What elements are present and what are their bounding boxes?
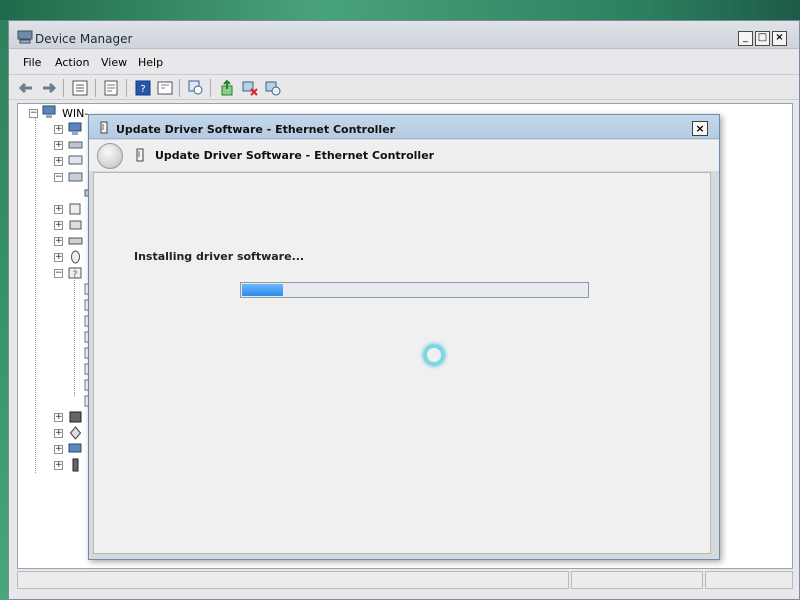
help-icon[interactable]: ? [134, 79, 152, 97]
window-title: Device Manager [35, 32, 133, 46]
tree-item-k[interactable]: + K [18, 233, 97, 249]
desktop-background [0, 0, 800, 20]
console-icon[interactable] [156, 79, 174, 97]
unknown-device-icon: ? [68, 267, 82, 280]
ethernet-icon [100, 121, 108, 134]
svg-text:?: ? [140, 84, 145, 95]
update-driver-icon[interactable] [218, 79, 236, 97]
expand-icon[interactable]: + [54, 157, 63, 166]
other-device-row[interactable] [18, 361, 98, 377]
tree-item-f[interactable]: − F [18, 169, 96, 185]
properties-icon[interactable] [102, 79, 120, 97]
toolbar: ? [9, 74, 799, 100]
status-cell [705, 571, 793, 589]
progress-fill [242, 284, 283, 296]
collapse-icon[interactable]: − [54, 173, 63, 182]
status-cell [17, 571, 569, 589]
controller-icon [69, 220, 82, 230]
disk-drive-icon [68, 141, 83, 149]
other-device-row[interactable] [18, 281, 98, 297]
status-cell [571, 571, 703, 589]
system-device-icon [69, 426, 82, 440]
system-icon [68, 443, 82, 453]
tree-root-label: WIN- [62, 107, 89, 120]
device-manager-titlebar: Device Manager _ □ × [9, 21, 799, 49]
back-icon[interactable] [17, 79, 35, 97]
uninstall-device-icon[interactable] [264, 79, 282, 97]
close-button[interactable]: × [692, 121, 708, 136]
expand-icon[interactable]: + [54, 141, 63, 150]
forward-icon[interactable] [40, 79, 58, 97]
other-device-row[interactable] [18, 313, 98, 329]
collapse-icon[interactable]: − [54, 269, 63, 278]
expand-icon[interactable]: + [54, 221, 63, 230]
tree-item-c[interactable]: + C [18, 121, 98, 137]
tree-item-u[interactable]: + U [18, 457, 98, 473]
close-button[interactable]: × [772, 31, 787, 46]
status-bar [17, 571, 793, 589]
tree-item-d2[interactable]: + D [18, 153, 98, 169]
menu-action[interactable]: Action [55, 56, 89, 69]
tree-item-s[interactable]: + S [18, 425, 97, 441]
display-icon [68, 155, 83, 165]
install-progress-bar [240, 282, 589, 298]
processor-icon [69, 411, 82, 423]
tree-item-ii[interactable]: + II [18, 217, 97, 233]
dialog-title: Update Driver Software - Ethernet Contro… [116, 123, 396, 136]
dialog-header-title: Update Driver Software - Ethernet Contro… [155, 149, 435, 162]
keyboard-icon [68, 237, 83, 245]
collapse-icon[interactable]: − [29, 109, 38, 118]
update-driver-dialog: Update Driver Software - Ethernet Contro… [88, 114, 720, 560]
menu-help[interactable]: Help [138, 56, 163, 69]
expand-icon[interactable]: + [54, 125, 63, 134]
minimize-button[interactable]: _ [738, 31, 753, 46]
back-button[interactable] [97, 143, 123, 169]
other-device-row[interactable] [18, 297, 98, 313]
svg-text:?: ? [73, 270, 78, 280]
tree-item-h[interactable]: + H [18, 201, 98, 217]
expand-icon[interactable]: + [54, 205, 63, 214]
tree-item-p[interactable]: + P [18, 409, 97, 425]
expand-icon[interactable]: + [54, 253, 63, 262]
device-manager-icon [17, 30, 33, 44]
tree-item-f-child[interactable] [18, 185, 99, 201]
ethernet-icon [136, 148, 144, 162]
usb-icon [72, 458, 79, 472]
dialog-titlebar: Update Driver Software - Ethernet Contro… [89, 115, 719, 139]
hid-icon [69, 203, 81, 215]
maximize-button[interactable]: □ [755, 31, 770, 46]
expand-icon[interactable]: + [54, 429, 63, 438]
other-device-row[interactable] [18, 393, 98, 409]
mouse-icon [71, 250, 80, 264]
dialog-content: Installing driver software... [93, 172, 711, 554]
expand-icon[interactable]: + [54, 237, 63, 246]
tree-view-icon[interactable] [71, 79, 89, 97]
menu-bar: File Action View Help [9, 51, 799, 73]
tree-root[interactable]: − WIN- [18, 105, 98, 121]
installing-status: Installing driver software... [134, 250, 305, 263]
expand-icon[interactable]: + [54, 413, 63, 422]
floppy-icon [68, 172, 83, 182]
other-device-row[interactable] [18, 377, 98, 393]
computer-icon [42, 105, 56, 118]
tree-item-d[interactable]: + D [18, 137, 98, 153]
tree-item-s2[interactable]: + S [18, 441, 97, 457]
menu-file[interactable]: File [23, 56, 41, 69]
tree-item-o[interactable]: − ? O [18, 265, 99, 281]
computer-icon [68, 122, 82, 135]
scan-hardware-icon[interactable] [187, 79, 205, 97]
loading-spinner-icon [423, 344, 445, 366]
dialog-header: Update Driver Software - Ethernet Contro… [89, 140, 719, 171]
expand-icon[interactable]: + [54, 461, 63, 470]
disable-device-icon[interactable] [241, 79, 259, 97]
tree-item-m[interactable]: + M [18, 249, 100, 265]
other-device-row[interactable] [18, 345, 98, 361]
expand-icon[interactable]: + [54, 445, 63, 454]
menu-view[interactable]: View [101, 56, 127, 69]
other-device-row[interactable] [18, 329, 98, 345]
